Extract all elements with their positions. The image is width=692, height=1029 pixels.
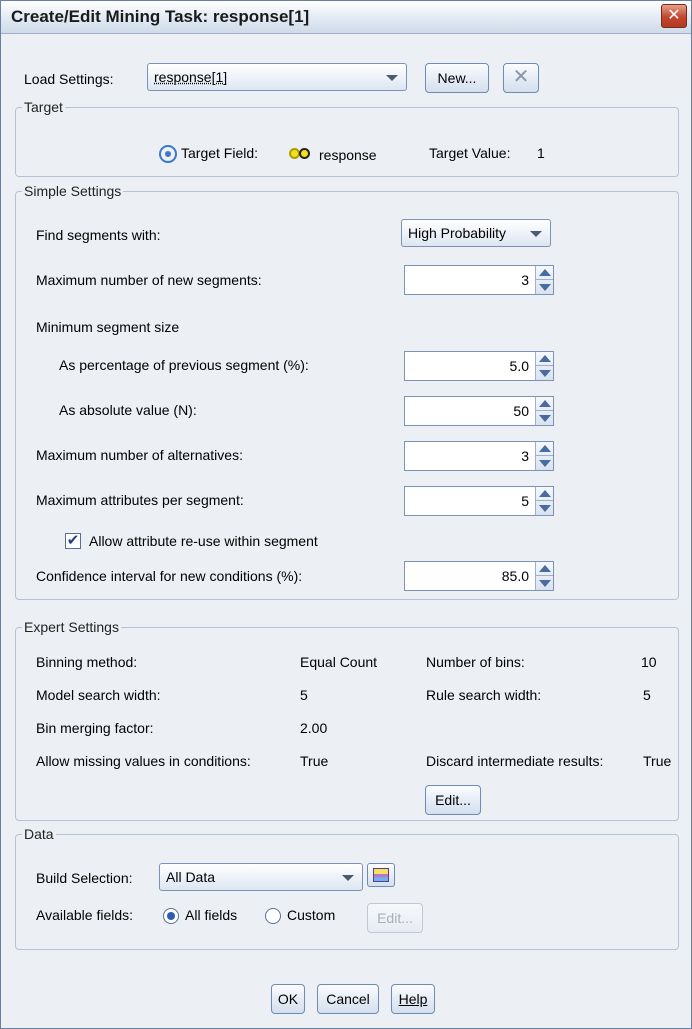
max-attributes-spinner[interactable]: 5 [404, 486, 554, 516]
bin-merging-factor-label: Bin merging factor: [36, 720, 154, 736]
expert-edit-button[interactable]: Edit... [425, 785, 481, 815]
build-selection-select[interactable]: All Data [159, 863, 363, 891]
flag-field-icon [289, 148, 311, 160]
model-search-width-value: 5 [300, 687, 308, 703]
load-settings-value: response[1] [154, 69, 228, 85]
target-icon [159, 145, 177, 163]
build-selection-value: All Data [166, 869, 216, 885]
help-button[interactable]: Help [391, 984, 435, 1014]
model-search-width-label: Model search width: [36, 687, 161, 703]
attribute-reuse-label: Allow attribute re-use within segment [89, 533, 318, 549]
all-fields-label: All fields [185, 907, 238, 923]
close-icon[interactable]: ✕ [661, 4, 687, 28]
load-settings-combo[interactable]: response[1] [147, 63, 407, 91]
number-of-bins-label: Number of bins: [426, 654, 525, 670]
build-selection-label: Build Selection: [36, 870, 133, 886]
max-attributes-label: Maximum attributes per segment: [36, 492, 244, 508]
attribute-reuse-checkbox[interactable]: ✔ [65, 533, 81, 549]
window-title: Create/Edit Mining Task: response[1] [11, 7, 310, 26]
target-legend: Target [22, 99, 65, 115]
new-button[interactable]: New... [425, 63, 489, 93]
target-value-label: Target Value: [429, 145, 511, 161]
binning-method-label: Binning method: [36, 654, 138, 670]
find-segments-value: High Probability [408, 225, 507, 241]
spinner-arrows-icon[interactable] [535, 266, 553, 294]
max-new-segments-value: 3 [521, 272, 529, 288]
max-alternatives-label: Maximum number of alternatives: [36, 447, 243, 463]
min-segment-size-label: Minimum segment size [36, 319, 180, 335]
bin-merging-factor-value: 2.00 [300, 720, 328, 736]
spinner-arrows-icon[interactable] [535, 442, 553, 470]
find-segments-label: Find segments with: [36, 227, 161, 243]
rule-search-width-label: Rule search width: [426, 687, 542, 703]
discard-intermediate-label: Discard intermediate results: [426, 753, 604, 769]
selection-icon[interactable] [367, 863, 395, 887]
rule-search-width-value: 5 [643, 687, 651, 703]
ok-button[interactable]: OK [271, 984, 305, 1014]
confidence-interval-spinner[interactable]: 85.0 [404, 561, 554, 591]
fields-edit-button[interactable]: Edit... [367, 903, 423, 933]
data-legend: Data [22, 826, 56, 842]
max-attributes-value: 5 [521, 493, 529, 509]
chevron-down-icon [530, 231, 542, 237]
title-bar: Create/Edit Mining Task: response[1] ✕ [1, 1, 691, 34]
target-group: Target [15, 99, 679, 177]
cancel-button[interactable]: Cancel [317, 984, 379, 1014]
absolute-value-value: 50 [513, 403, 529, 419]
max-new-segments-label: Maximum number of new segments: [36, 272, 262, 288]
find-segments-select[interactable]: High Probability [401, 219, 551, 247]
available-fields-label: Available fields: [36, 907, 134, 923]
target-field-value: response [319, 147, 377, 163]
target-value: 1 [537, 145, 545, 161]
data-group: Data [15, 826, 679, 950]
max-alternatives-spinner[interactable]: 3 [404, 441, 554, 471]
allow-missing-label: Allow missing values in conditions: [36, 753, 251, 769]
custom-radio[interactable] [265, 908, 281, 924]
absolute-value-label: As absolute value (N): [59, 402, 197, 418]
target-field-label: Target Field: [181, 145, 259, 161]
allow-missing-value: True [300, 753, 329, 769]
spinner-arrows-icon[interactable] [535, 352, 553, 380]
pct-previous-label: As percentage of previous segment (%): [59, 357, 309, 373]
pct-previous-spinner[interactable]: 5.0 [404, 351, 554, 381]
discard-intermediate-value: True [643, 753, 672, 769]
x-delete-icon[interactable]: ✕ [503, 63, 539, 93]
spinner-arrows-icon[interactable] [535, 397, 553, 425]
number-of-bins-value: 10 [641, 654, 657, 670]
all-fields-radio[interactable] [163, 908, 179, 924]
binning-method-value: Equal Count [300, 654, 378, 670]
max-new-segments-spinner[interactable]: 3 [404, 265, 554, 295]
chevron-down-icon [386, 75, 398, 81]
pct-previous-value: 5.0 [509, 358, 529, 374]
confidence-interval-label: Confidence interval for new conditions (… [36, 568, 303, 584]
spinner-arrows-icon[interactable] [535, 487, 553, 515]
chevron-down-icon [342, 875, 354, 881]
load-settings-label: Load Settings: [24, 71, 114, 87]
simple-settings-legend: Simple Settings [22, 183, 124, 199]
absolute-value-spinner[interactable]: 50 [404, 396, 554, 426]
confidence-interval-value: 85.0 [501, 568, 529, 584]
mining-task-dialog: Create/Edit Mining Task: response[1] ✕ L… [0, 0, 692, 1029]
custom-label: Custom [287, 907, 336, 923]
expert-settings-legend: Expert Settings [22, 619, 121, 635]
spinner-arrows-icon[interactable] [535, 562, 553, 590]
max-alternatives-value: 3 [521, 448, 529, 464]
